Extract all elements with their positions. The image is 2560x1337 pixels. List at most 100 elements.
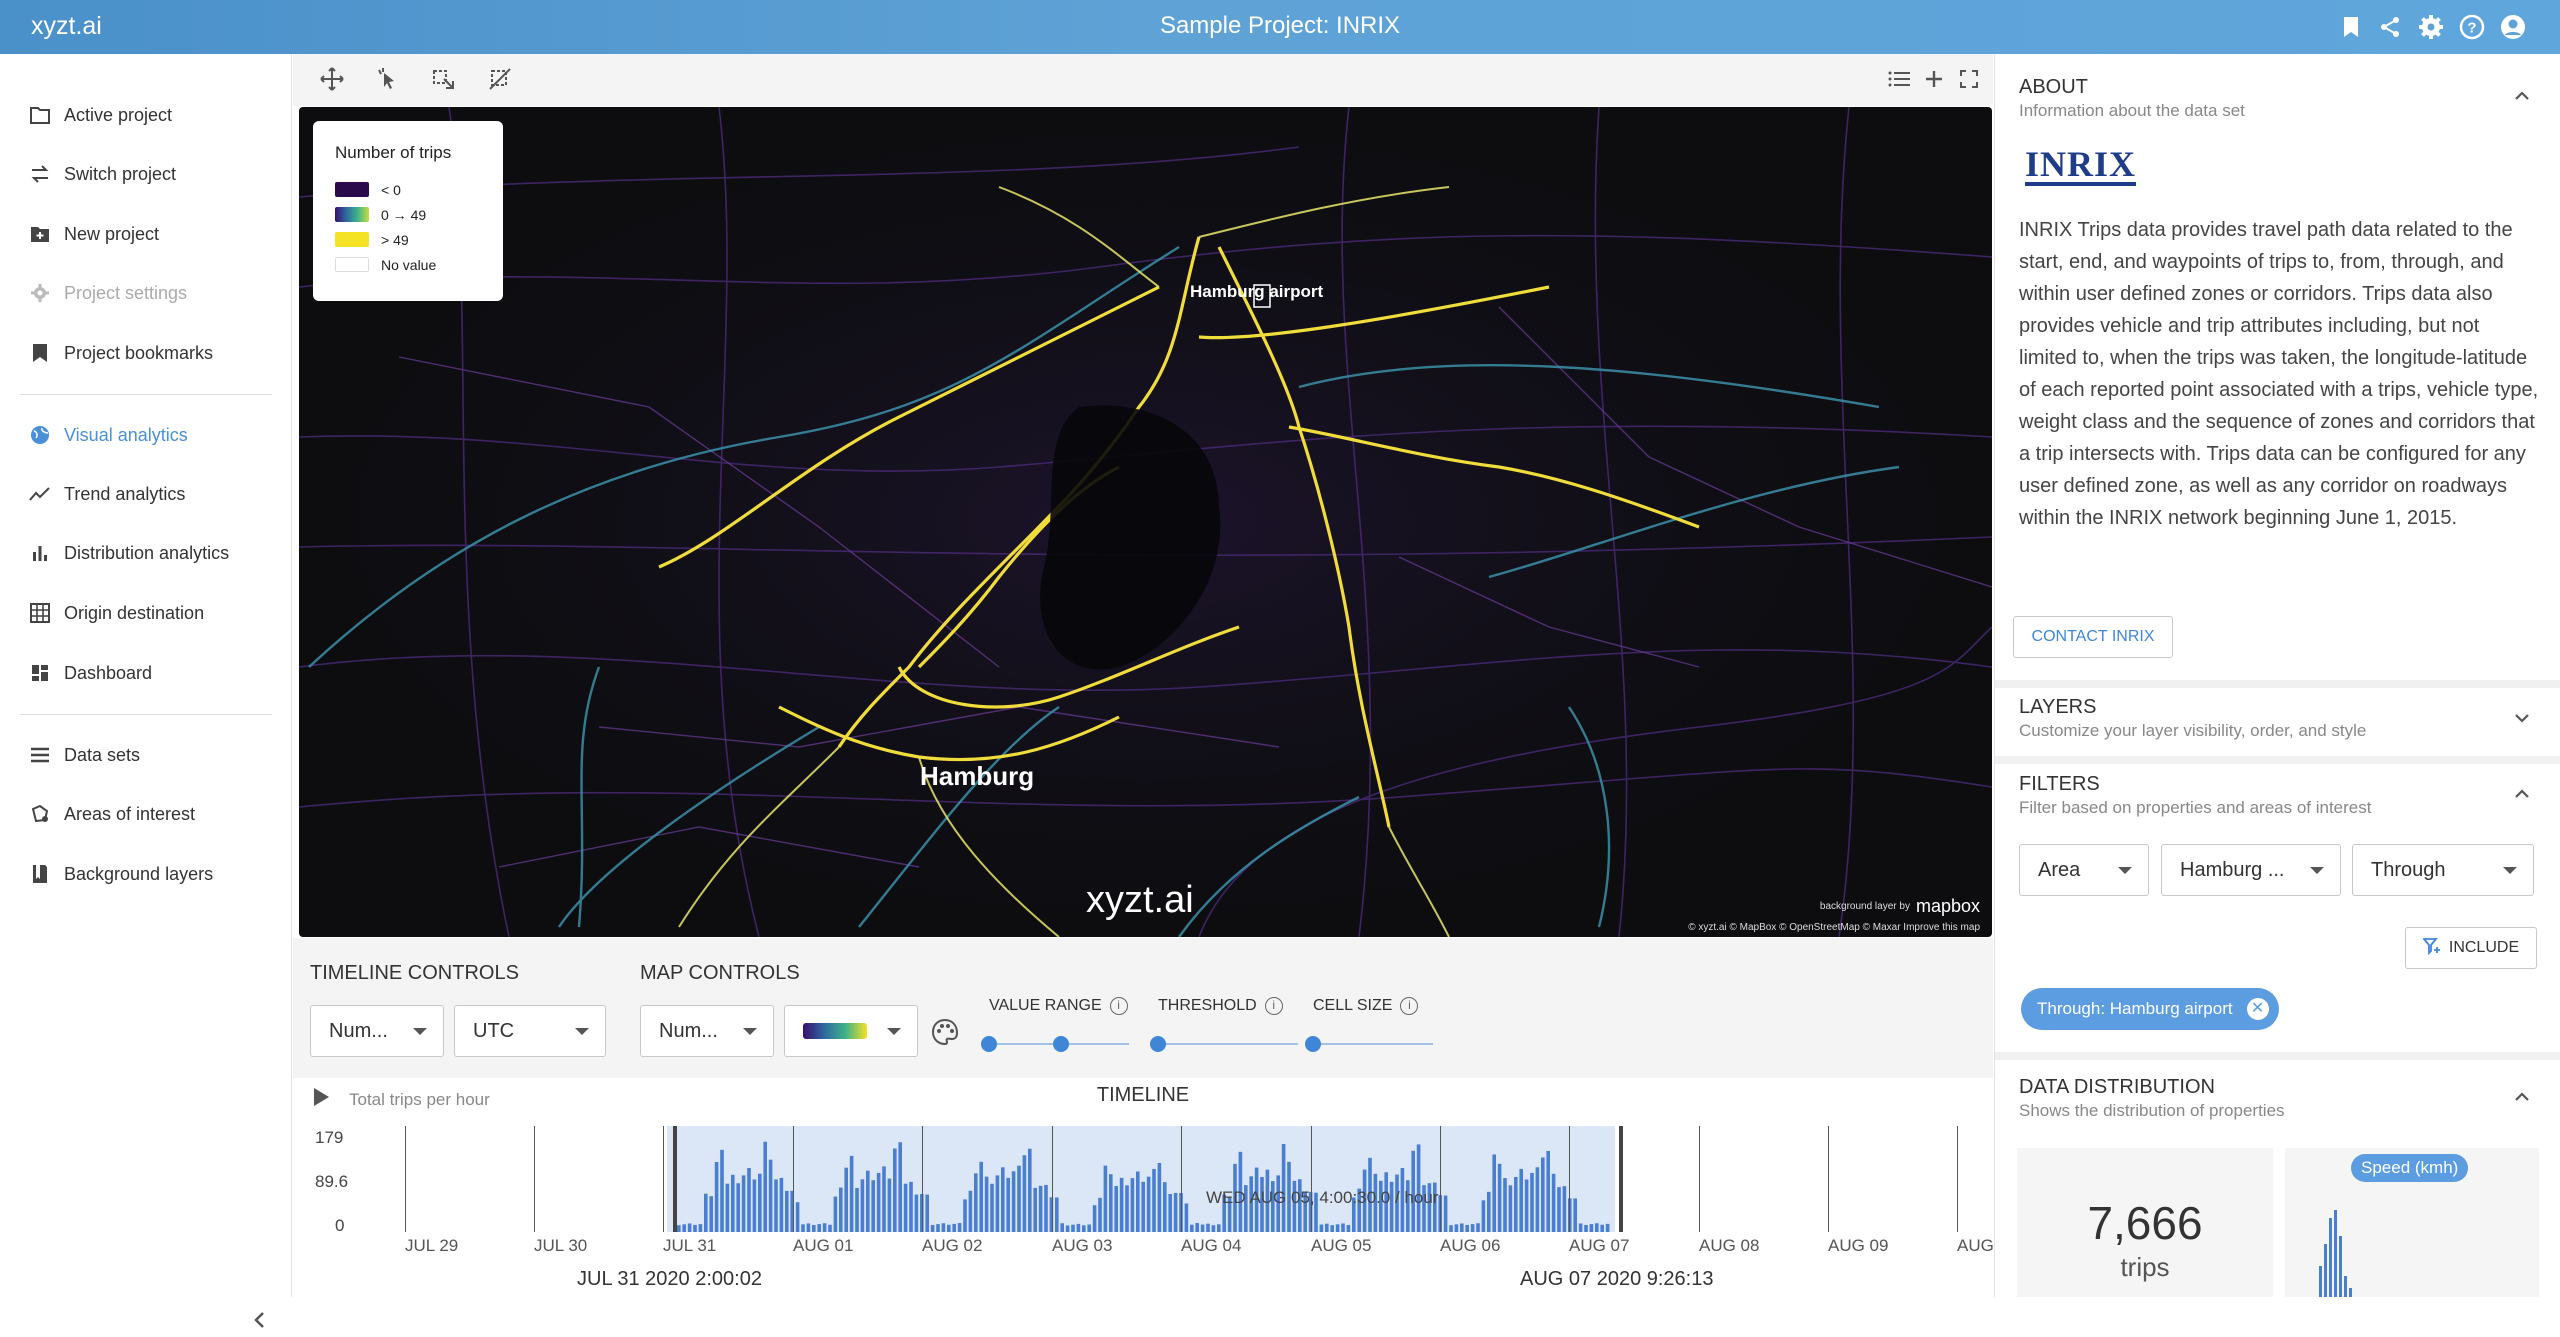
map-attribution[interactable]: © xyzt.ai © MapBox © OpenStreetMap © Max… [1688,922,1980,933]
remove-chip-icon[interactable]: ✕ [2246,998,2269,1020]
timeline-bar [768,1159,773,1232]
account-icon[interactable] [2498,12,2528,42]
chevron-up-icon[interactable] [2512,784,2532,804]
x-tick: AUG 02 [922,1236,983,1255]
timeline-bar [758,1173,762,1232]
filter-type-select[interactable]: Area [2019,844,2149,896]
distribution-header[interactable]: DATA DISTRIBUTION Shows the distribution… [2019,1076,2285,1121]
timezone-select[interactable]: UTC [454,1005,606,1057]
timeline-bar [682,1224,686,1232]
reset-area-icon[interactable] [485,64,515,94]
timeline-bar [785,1190,789,1232]
color-scale-select[interactable] [784,1005,918,1057]
timeline-bar [839,1187,843,1232]
zoom-area-icon[interactable] [429,64,459,94]
collapse-sidebar-icon[interactable] [248,1308,272,1332]
sidebar-item-visual-analytics[interactable]: Visual analytics [0,415,292,455]
sidebar-item-active-project[interactable]: Active project [0,95,292,135]
timeline-bar [866,1170,870,1232]
info-icon[interactable]: i [1264,997,1283,1015]
timeline-bar [871,1180,875,1232]
timeline-bar [893,1148,897,1232]
timeline-bar [736,1183,740,1232]
speed-distribution-card[interactable]: Speed (kmh) [2285,1148,2539,1297]
layer-list-icon[interactable] [1884,64,1914,94]
active-filter-chip[interactable]: Through: Hamburg airport ✕ [2021,988,2279,1030]
section-subtitle: Filter based on properties and areas of … [2019,798,2372,817]
filters-header[interactable]: FILTERS Filter based on properties and a… [2019,773,2371,818]
timeline-bar [914,1194,919,1232]
timeline-bar [1055,1197,1059,1232]
timeline-histogram[interactable] [293,1078,1993,1297]
timeline-metric-select[interactable]: Num... [310,1005,444,1057]
timeline-bar [1136,1171,1140,1232]
chevron-up-icon[interactable] [2512,1087,2532,1107]
select-tool-icon[interactable] [373,64,403,94]
timeline-bar [1335,1224,1340,1232]
sidebar-item-project-bookmarks[interactable]: Project bookmarks [0,333,292,373]
timeline-bar [687,1223,692,1232]
filter-mode-select[interactable]: Through [2352,844,2534,896]
sidebar-item-origin-destination[interactable]: Origin destination [0,593,292,633]
timeline-bar [1443,1195,1448,1232]
timeline-bar [698,1224,703,1232]
value-range-min-thumb[interactable] [981,1036,997,1052]
sidebar-item-data-sets[interactable]: Data sets [0,735,292,775]
timeline-bar [1584,1224,1588,1232]
timeline-bar [1217,1224,1221,1232]
add-icon[interactable] [1919,64,1949,94]
value-range-max-thumb[interactable] [1053,1036,1069,1052]
fullscreen-icon[interactable] [1954,64,1984,94]
selection-start-handle[interactable] [673,1126,677,1232]
layers-header[interactable]: LAYERS Customize your layer visibility, … [2019,696,2366,741]
settings-icon[interactable] [2416,12,2446,42]
about-header[interactable]: ABOUT Information about the data set [2019,76,2245,121]
share-icon[interactable] [2375,12,2405,42]
selection-end-handle[interactable] [1619,1126,1623,1232]
timeline-bar [828,1224,832,1232]
contact-inrix-button[interactable]: CONTACT INRIX [2013,616,2173,658]
chevron-down-icon[interactable] [2512,708,2532,728]
info-icon[interactable]: i [1109,997,1128,1015]
timeline-bar [984,1176,989,1232]
map-metric-select[interactable]: Num... [640,1005,774,1057]
timeline-bar [1173,1192,1178,1232]
sidebar-item-dashboard[interactable]: Dashboard [0,653,292,693]
sidebar-item-background-layers[interactable]: Background layers [0,854,292,894]
timeline-bar [1589,1224,1594,1232]
cell-size-thumb[interactable] [1305,1036,1321,1052]
bar-chart-icon [28,541,52,565]
sidebar-item-switch-project[interactable]: Switch project [0,154,292,194]
value-range-text: VALUE RANGE [989,997,1102,1014]
timeline-bar [1492,1154,1496,1232]
sidebar-item-distribution-analytics[interactable]: Distribution analytics [0,533,292,573]
sidebar-item-project-settings[interactable]: Project settings [0,273,292,313]
info-icon[interactable]: i [1400,997,1419,1015]
timeline-bar [801,1224,805,1232]
map-watermark: xyzt.ai [1086,879,1194,921]
x-tick: JUL 31 [663,1236,717,1255]
palette-icon[interactable] [931,1018,959,1051]
x-tick: AUG 01 [793,1236,854,1255]
section-divider [1995,680,2560,688]
timeline-bar [909,1181,913,1232]
sidebar-item-new-project[interactable]: New project [0,214,292,254]
project-title: Sample Project: INRIX [1159,12,1401,39]
pan-tool-icon[interactable] [317,64,347,94]
sidebar-item-label: Project settings [64,282,188,303]
timeline-bar [1119,1177,1124,1232]
threshold-track[interactable] [1158,1043,1298,1045]
sidebar-item-areas-of-interest[interactable]: Areas of interest [0,794,292,834]
sidebar-item-label: Project bookmarks [64,342,214,363]
map-view[interactable]: Number of trips < 0 0 → 49 > 49 No value… [299,107,1992,937]
cell-size-track[interactable] [1313,1043,1433,1045]
threshold-thumb[interactable] [1150,1036,1166,1052]
filter-area-select[interactable]: Hamburg ... [2161,844,2341,896]
include-filter-button[interactable]: INCLUDE [2405,927,2537,969]
chevron-up-icon[interactable] [2512,86,2532,106]
bookmark-icon[interactable] [2336,12,2366,42]
dashboard-icon [28,661,52,685]
help-icon[interactable]: ? [2457,12,2487,42]
sidebar-item-trend-analytics[interactable]: Trend analytics [0,474,292,514]
timeline-bar [1157,1162,1162,1232]
